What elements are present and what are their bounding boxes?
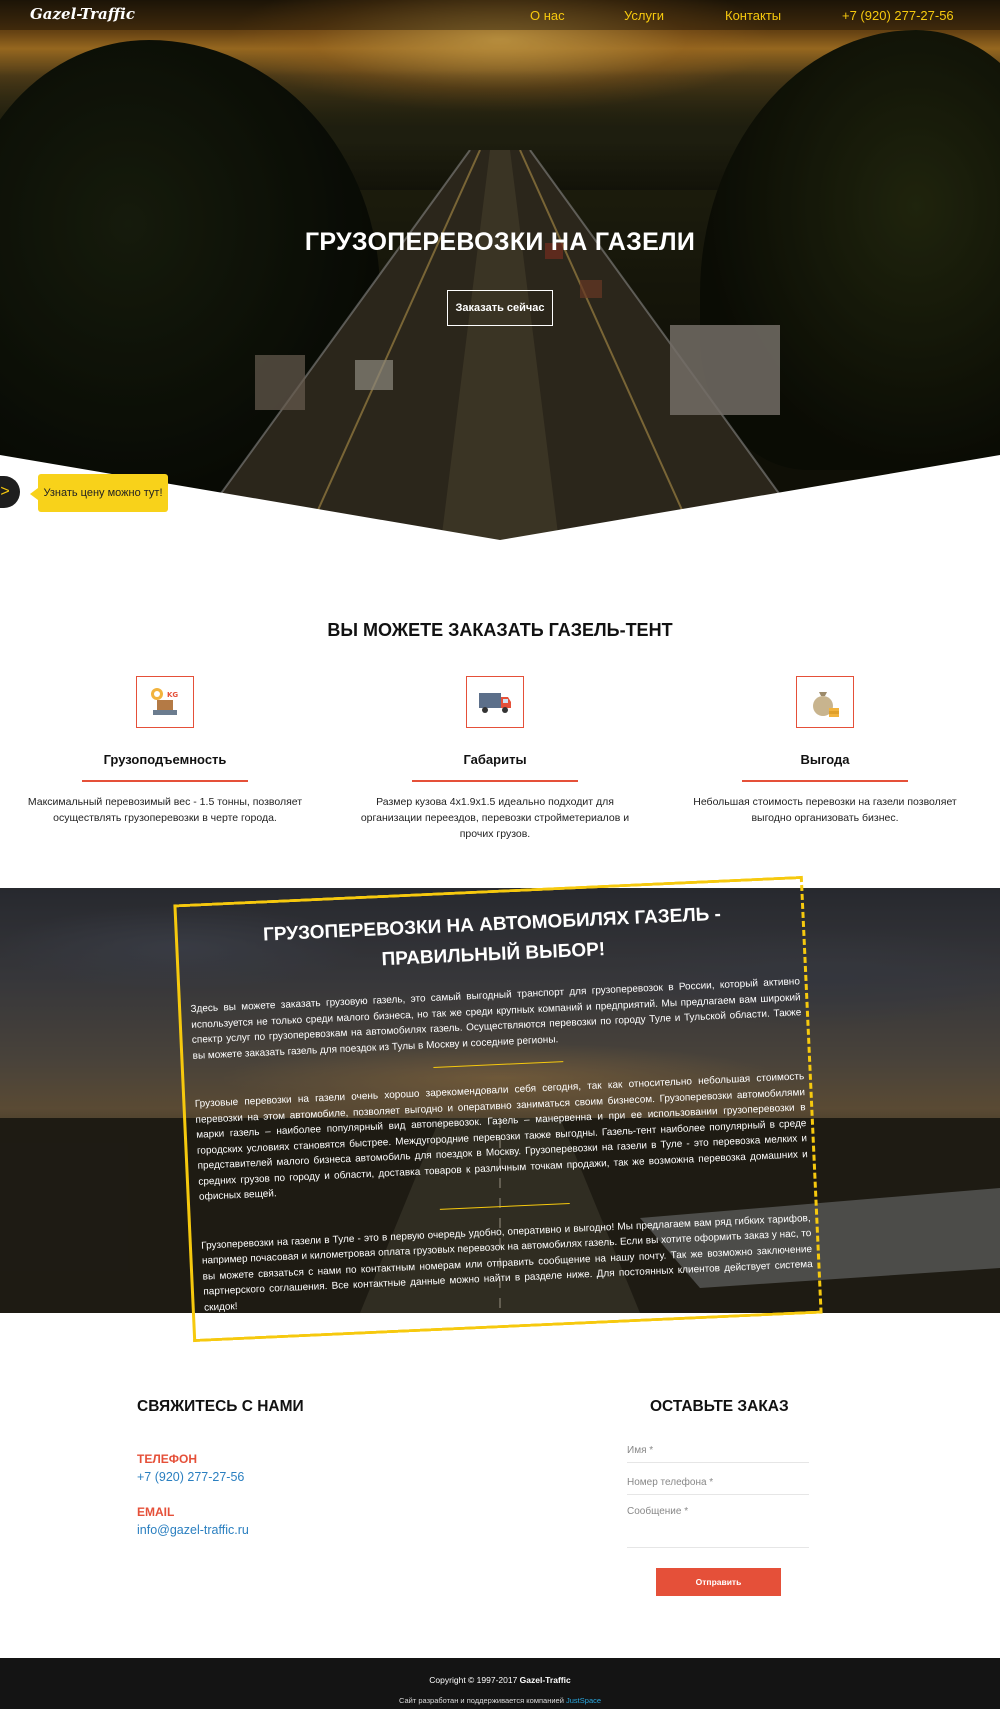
features-title: ВЫ МОЖЕТЕ ЗАКАЗАТЬ ГАЗЕЛЬ-ТЕНТ [327,620,673,640]
developer-link[interactable]: JustSpace [566,1696,601,1705]
email-label: EMAIL [137,1505,175,1519]
hero-section [0,0,1000,540]
hero-bottom-cut [0,455,1000,540]
about-paragraph-1: Здесь вы можете заказать грузовую газель… [190,976,802,1062]
order-form-title: ОСТАВЬТЕ ЗАКАЗ [650,1398,789,1415]
phone-field[interactable] [627,1477,809,1495]
feature-divider [82,780,248,782]
hero-title: ГРУЗОПЕРЕВОЗКИ НА ГАЗЕЛИ [304,228,696,256]
order-now-button[interactable]: Заказать сейчас [447,290,553,326]
truck-icon [466,676,524,728]
svg-text:KG: KG [167,691,178,699]
feature-text: Размер кузова 4х1.9х1.5 идеально подходи… [360,796,630,840]
about-title: ГРУЗОПЕРЕВОЗКИ НА АВТОМОБИЛЯХ ГАЗЕЛЬ - П… [262,903,722,971]
site-logo[interactable]: Gazel-Traffic [30,5,135,23]
feature-dimensions: Габариты Размер кузова 4х1.9х1.5 идеальн… [345,676,645,842]
phone-link[interactable]: +7 (920) 277-27-56 [137,1470,244,1484]
feature-name: Грузоподъемность [103,752,227,767]
feature-divider [412,780,578,782]
nav-item-services[interactable]: Услуги [624,8,664,23]
about-separator [439,1202,570,1210]
contact-title: СВЯЖИТЕСЬ С НАМИ [137,1398,304,1415]
about-content: ГРУЗОПЕРЕВОЗКИ НА АВТОМОБИЛЯХ ГАЗЕЛЬ - П… [186,886,814,1315]
email-link[interactable]: info@gazel-traffic.ru [137,1523,249,1537]
top-navbar: Gazel-Traffic О нас Услуги Контакты +7 (… [0,0,1000,30]
money-bag-icon [796,676,854,728]
nav-item-contacts[interactable]: Контакты [725,8,781,23]
feature-capacity: KG Грузоподъемность Максимальный перевоз… [15,676,315,826]
name-field[interactable] [627,1445,809,1463]
phone-label: ТЕЛЕФОН [137,1452,197,1466]
feature-name: Выгода [800,752,850,767]
copyright-text: Copyright © 1997-2017 [429,1675,520,1685]
copyright: Copyright © 1997-2017 Gazel-Traffic [0,1675,1000,1685]
about-separator [433,1061,564,1068]
feature-name: Габариты [463,752,527,767]
scale-weight-icon: KG [136,676,194,728]
feature-divider [742,780,908,782]
price-tooltip[interactable]: Узнать цену можно тут! [30,474,168,512]
send-button[interactable]: Отправить [656,1568,781,1596]
feature-text: Небольшая стоимость перевозки на газели … [693,796,957,824]
feature-text: Максимальный перевозимый вес - 1.5 тонны… [27,796,303,824]
feature-benefit: Выгода Небольшая стоимость перевозки на … [675,676,975,826]
message-field[interactable] [627,1506,809,1548]
nav-phone-link[interactable]: +7 (920) 277-27-56 [842,8,954,23]
copyright-brand: Gazel-Traffic [519,1675,571,1685]
nav-item-about[interactable]: О нас [530,8,565,23]
made-by: Сайт разработан и поддерживается компани… [0,1696,1000,1705]
made-by-text: Сайт разработан и поддерживается компани… [398,1696,567,1705]
about-paragraph-2: Грузовые перевозки на газели очень хорош… [194,1071,808,1203]
